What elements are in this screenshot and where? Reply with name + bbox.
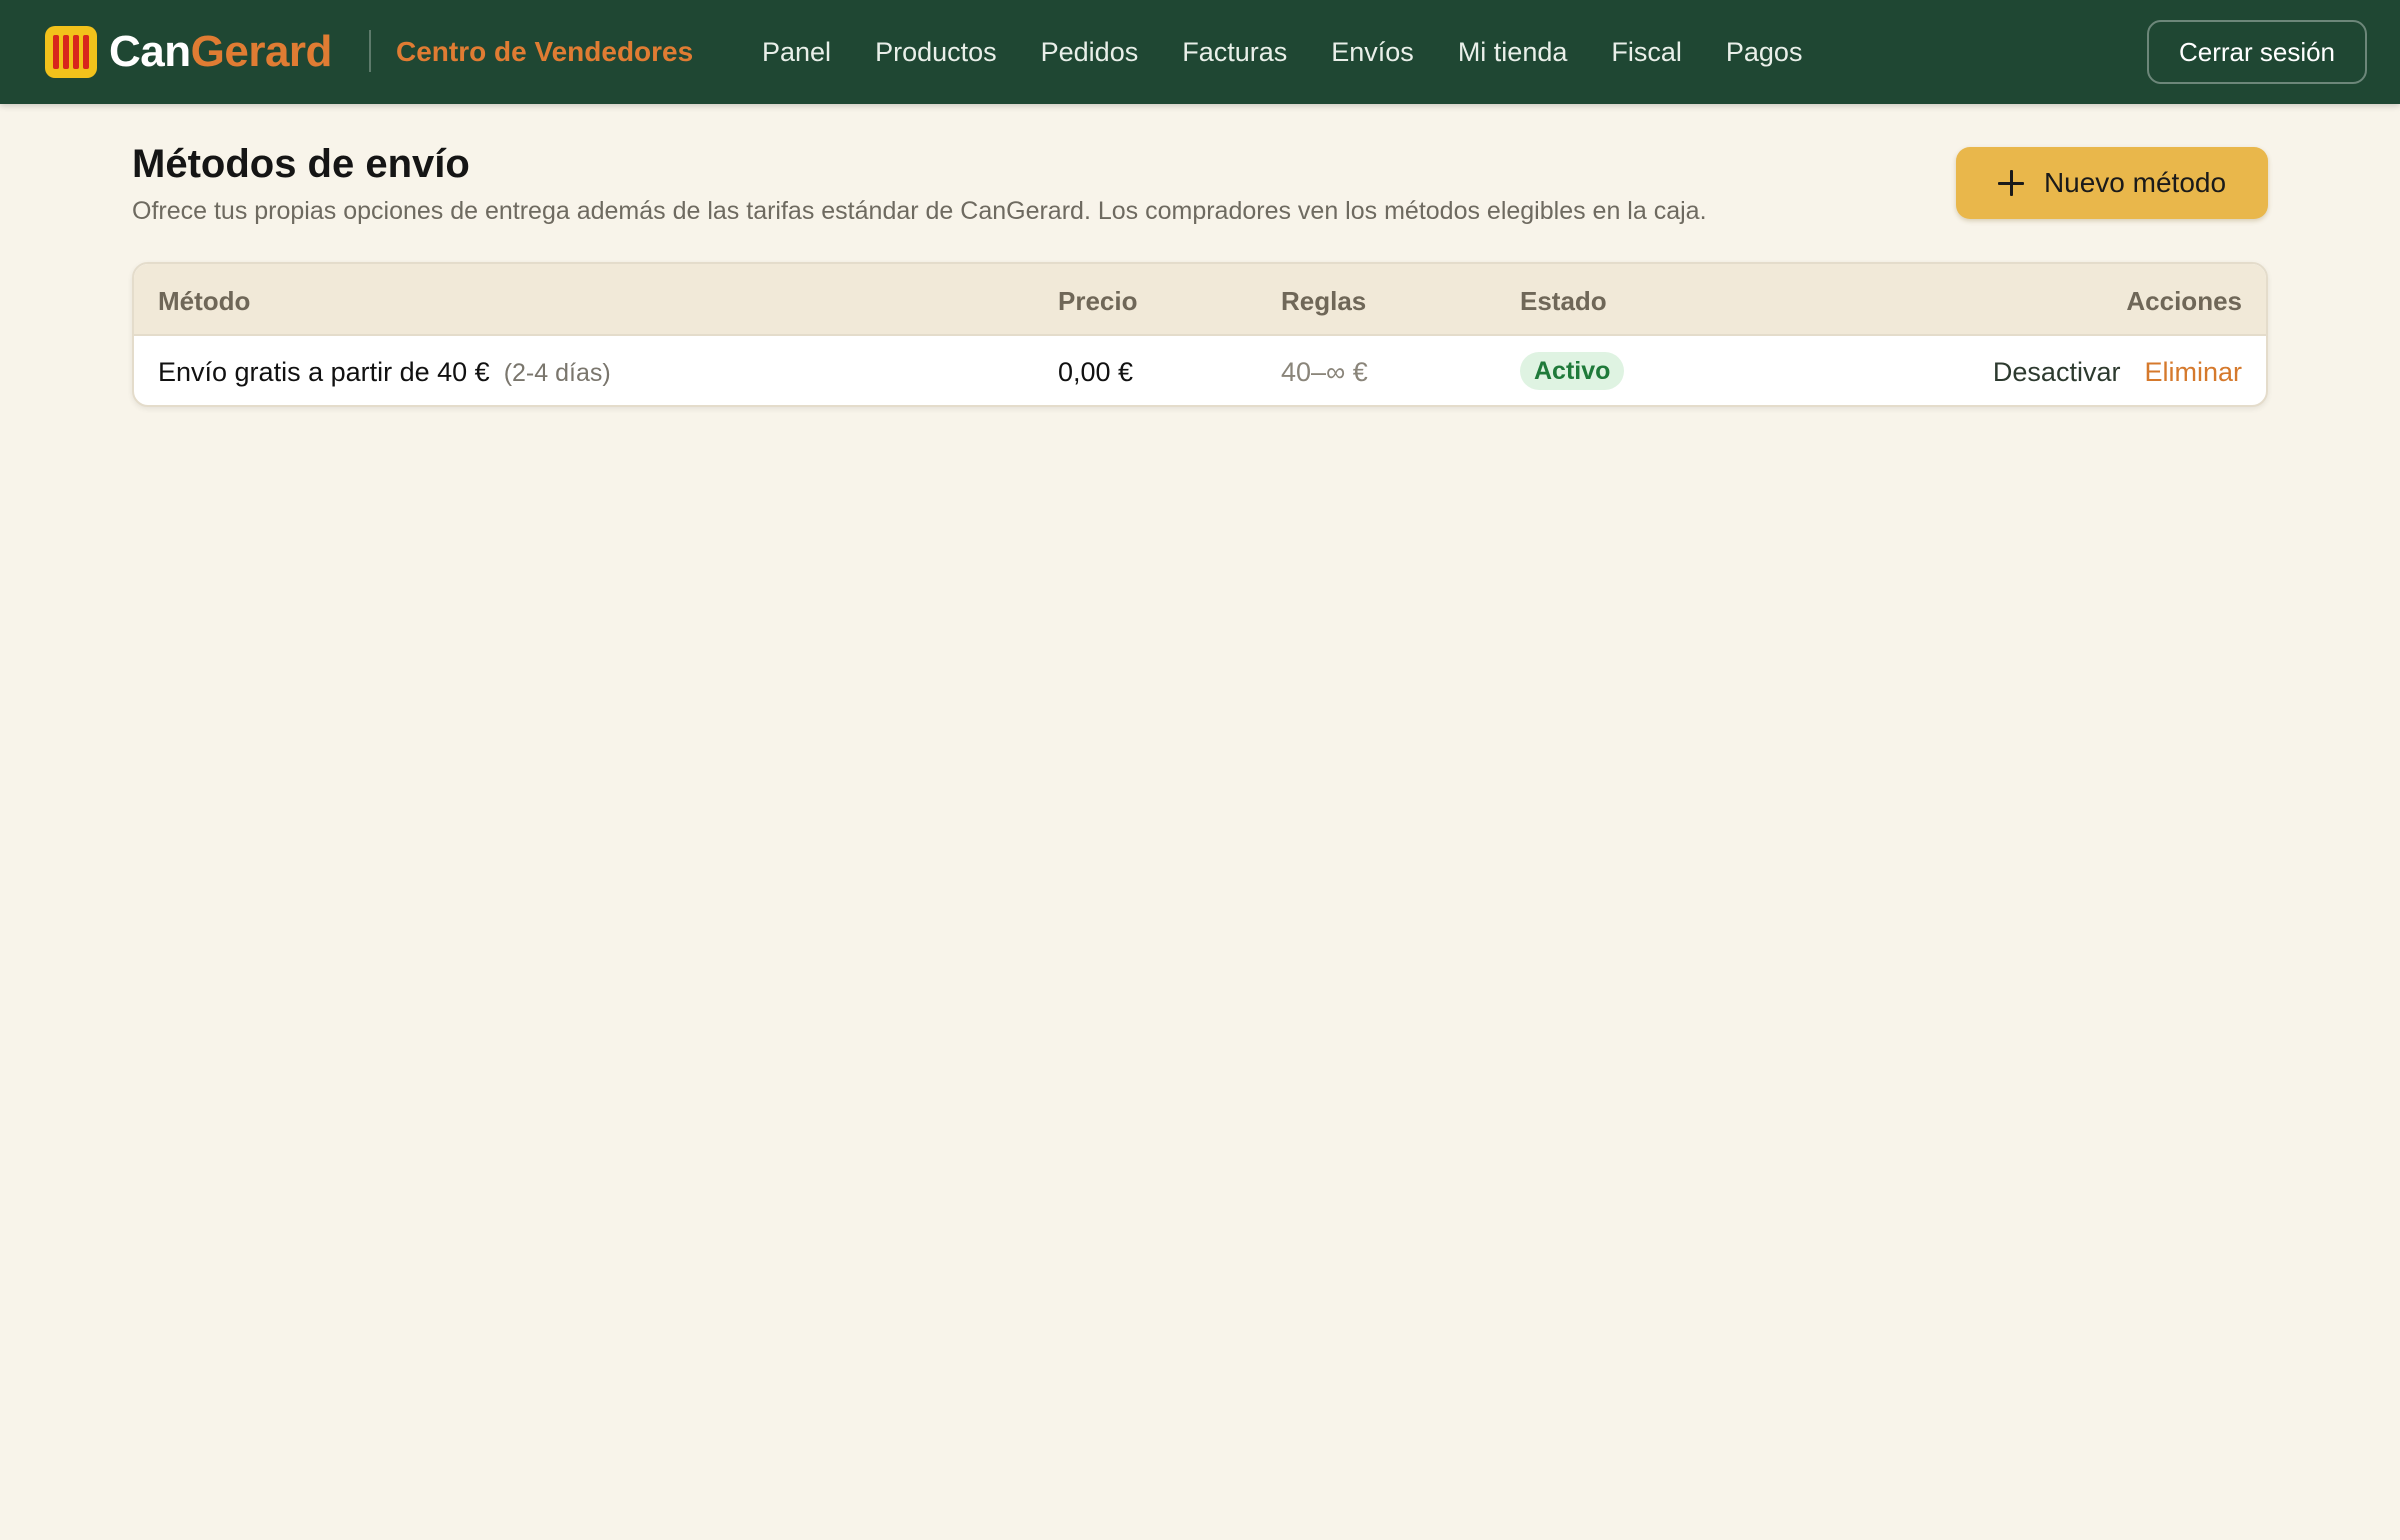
column-header-rules: Reglas [1281, 286, 1367, 316]
column-header-status: Estado [1520, 286, 1607, 316]
shipping-methods-table: Método Precio Reglas Estado Acciones Env… [132, 262, 2268, 407]
new-method-button[interactable]: Nuevo método [1956, 147, 2268, 219]
status-badge: Activo [1520, 352, 1625, 390]
plus-icon [1997, 170, 2024, 196]
nav-item-mi-tienda[interactable]: Mi tienda [1458, 34, 1568, 70]
deactivate-button[interactable]: Desactivar [1993, 357, 2121, 387]
stripes-logo-icon [45, 26, 97, 78]
seller-center-title[interactable]: Centro de Vendedores [396, 34, 693, 70]
column-header-price: Precio [1058, 286, 1138, 316]
nav-item-pedidos[interactable]: Pedidos [1041, 34, 1139, 70]
delete-button[interactable]: Eliminar [2144, 357, 2242, 387]
table-row: Envío gratis a partir de 40 € (2-4 días) … [134, 336, 2266, 405]
method-name: Envío gratis a partir de 40 € [158, 357, 490, 387]
page-title: Métodos de envío [132, 142, 470, 186]
brand-name-part1: Can [109, 27, 191, 76]
header-divider [369, 30, 371, 72]
nav-item-facturas[interactable]: Facturas [1182, 34, 1287, 70]
table-header: Método Precio Reglas Estado Acciones [134, 264, 2266, 336]
column-header-method: Método [158, 286, 251, 316]
brand-name-part2: Gerard [190, 27, 333, 76]
top-navbar: CanGerard Centro de Vendedores Panel Pro… [0, 0, 2400, 104]
method-cell: Envío gratis a partir de 40 € (2-4 días) [158, 356, 611, 389]
rules-cell: 40–∞ € [1281, 357, 1368, 387]
method-delivery-days: (2-4 días) [503, 359, 611, 387]
nav-item-fiscal[interactable]: Fiscal [1611, 34, 1682, 70]
brand-logo[interactable]: CanGerard [45, 26, 332, 78]
new-method-button-label: Nuevo método [2043, 167, 2227, 198]
nav-item-envios[interactable]: Envíos [1331, 34, 1414, 70]
page-subtitle: Ofrece tus propias opciones de entrega a… [132, 197, 1707, 225]
nav-item-pagos[interactable]: Pagos [1726, 34, 1803, 70]
nav-item-productos[interactable]: Productos [875, 34, 997, 70]
main-nav: Panel Productos Pedidos Facturas Envíos … [762, 34, 1846, 70]
column-header-actions: Acciones [2126, 286, 2242, 316]
brand-name: CanGerard [109, 26, 332, 78]
price-cell: 0,00 € [1058, 357, 1134, 387]
actions-cell: Desactivar Eliminar [1993, 356, 2242, 388]
logout-button[interactable]: Cerrar sesión [2147, 20, 2367, 84]
nav-item-panel[interactable]: Panel [762, 34, 831, 70]
